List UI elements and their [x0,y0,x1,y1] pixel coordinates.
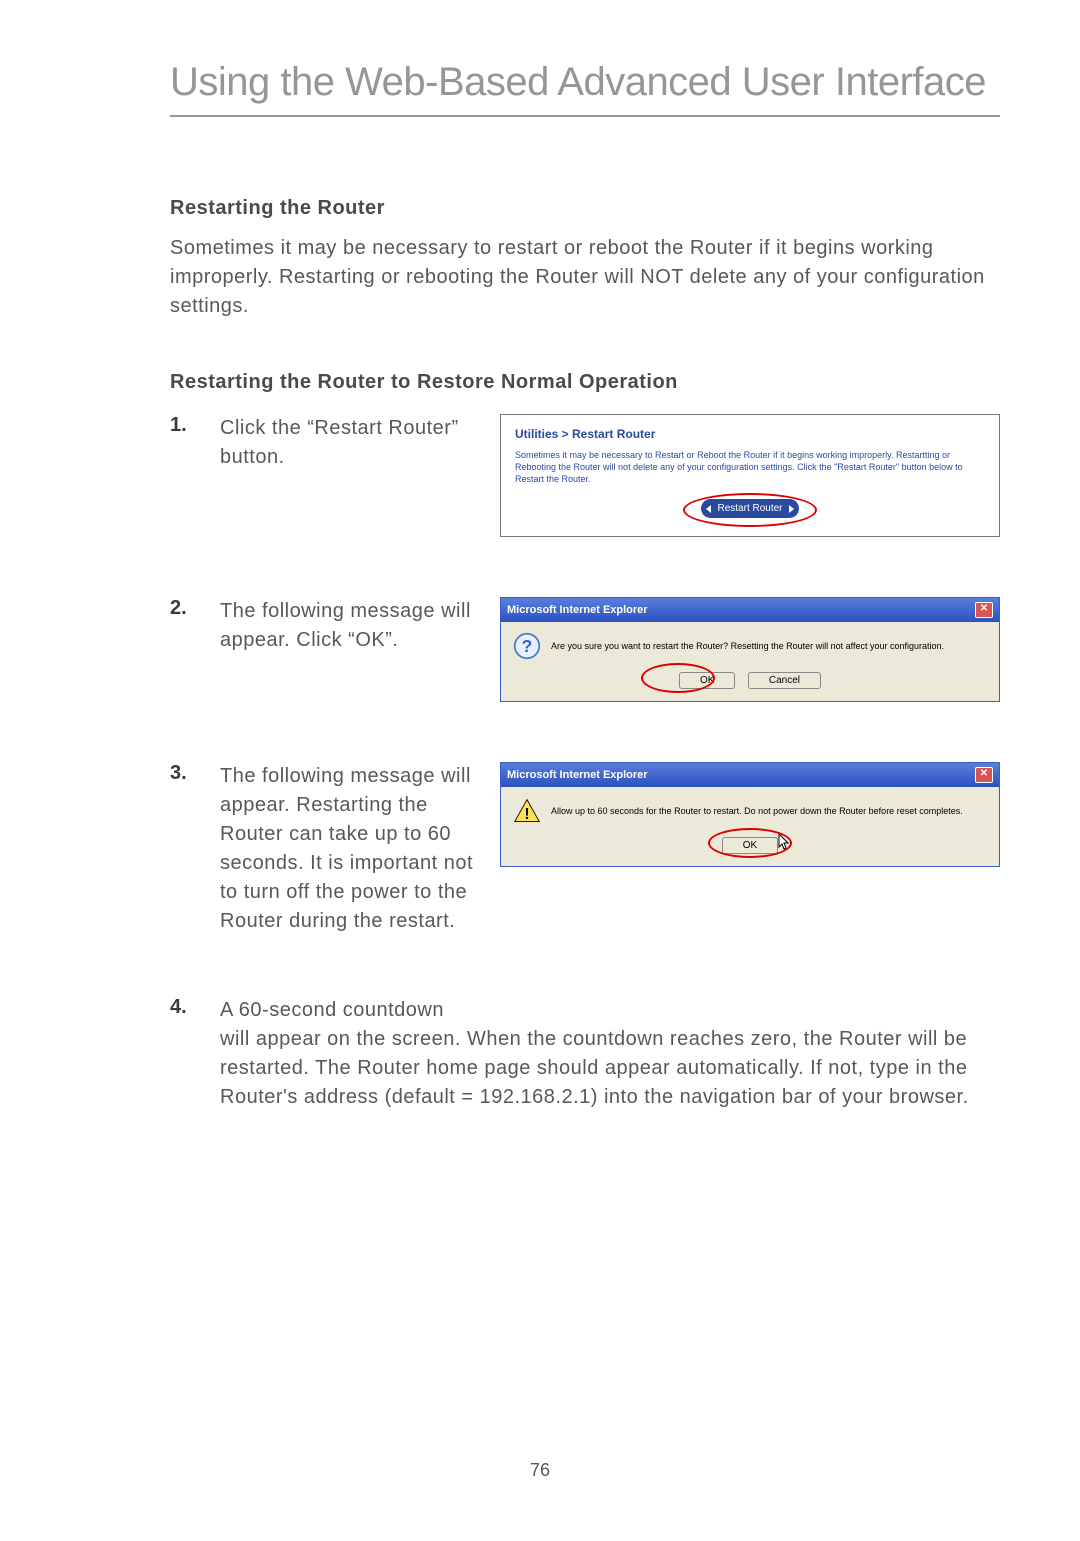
step-number: 1. [170,414,220,437]
dialog-titlebar: Microsoft Internet Explorer ✕ [501,763,999,787]
ok-button[interactable]: OK [722,837,778,854]
wait-dialog: Microsoft Internet Explorer ✕ ! Allow up… [500,762,1000,867]
step-number: 4. [170,996,220,1019]
warning-icon: ! [513,797,541,825]
heading-restore-normal: Restarting the Router to Restore Normal … [170,371,1000,394]
step-number: 2. [170,597,220,620]
dialog-title-text: Microsoft Internet Explorer [507,604,648,616]
panel-body-text: Sometimes it may be necessary to Restart… [515,449,985,485]
step-text-rest: will appear on the screen. When the coun… [220,1025,1000,1112]
step-text: The following message will appear. Resta… [220,762,500,936]
dialog-message: Are you sure you want to restart the Rou… [551,641,944,653]
title-divider [170,115,1000,117]
dialog-title-text: Microsoft Internet Explorer [507,769,648,781]
step-2: 2. The following message will appear. Cl… [170,597,1000,702]
restart-router-panel: Utilities > Restart Router Sometimes it … [500,414,1000,537]
step-4: 4. A 60-second countdown will appear on … [170,996,1000,1112]
dialog-message: Allow up to 60 seconds for the Router to… [551,806,963,818]
confirm-dialog: Microsoft Internet Explorer ✕ ? Are you … [500,597,1000,702]
question-icon: ? [513,632,541,660]
step-text-line1: A 60-second countdown [220,996,1000,1025]
panel-title: Utilities > Restart Router [515,427,985,441]
heading-restarting-router: Restarting the Router [170,197,1000,220]
page-title: Using the Web-Based Advanced User Interf… [170,60,1000,105]
svg-text:?: ? [522,637,533,657]
restart-router-button[interactable]: Restart Router [701,499,798,518]
step-3: 3. The following message will appear. Re… [170,762,1000,936]
step-text: The following message will appear. Click… [220,597,500,655]
cancel-button[interactable]: Cancel [748,672,821,689]
svg-text:!: ! [524,806,529,823]
step-text: Click the “Restart Router” button. [220,414,500,472]
close-icon[interactable]: ✕ [975,602,993,618]
intro-paragraph: Sometimes it may be necessary to restart… [170,234,1000,321]
ok-button[interactable]: OK [679,672,735,689]
cursor-icon [778,833,792,851]
dialog-titlebar: Microsoft Internet Explorer ✕ [501,598,999,622]
page-number: 76 [0,1460,1080,1481]
close-icon[interactable]: ✕ [975,767,993,783]
step-1: 1. Click the “Restart Router” button. Ut… [170,414,1000,537]
step-number: 3. [170,762,220,785]
